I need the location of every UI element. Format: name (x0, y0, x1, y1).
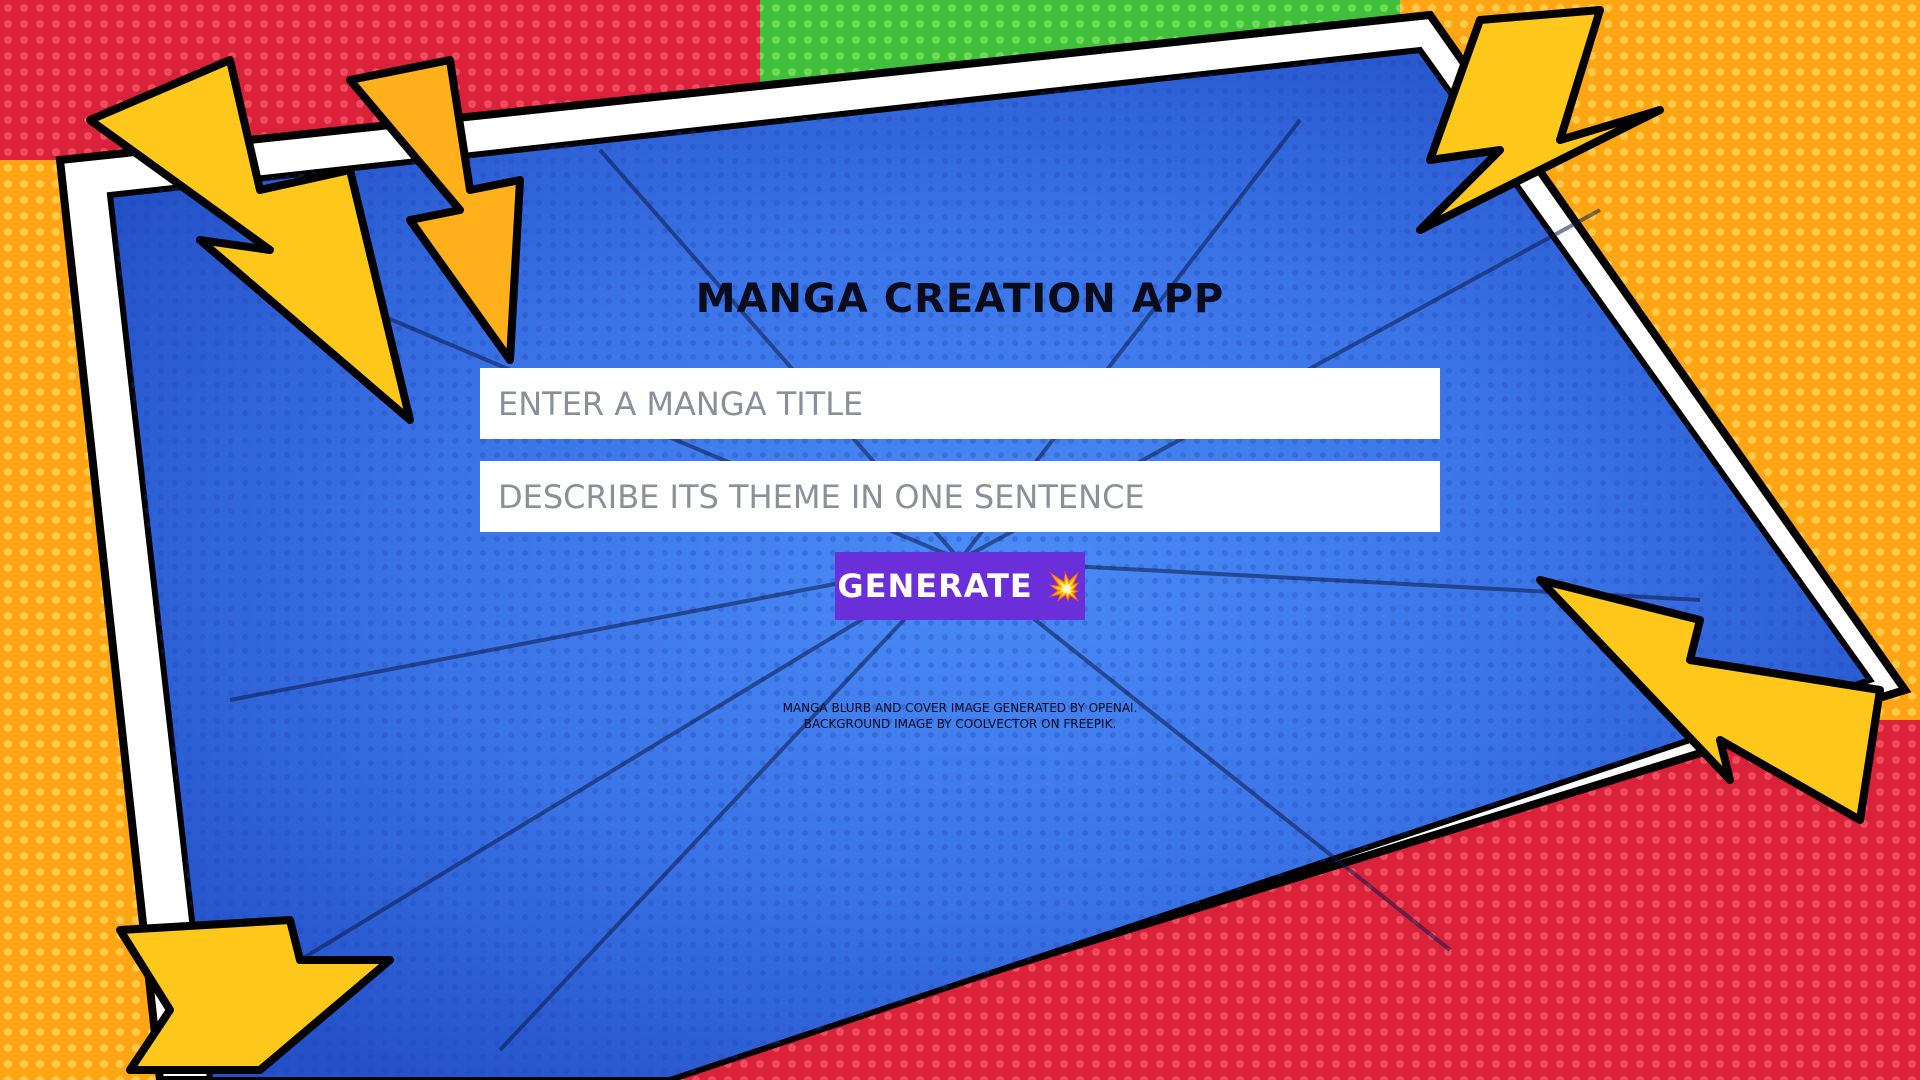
manga-theme-input[interactable] (480, 461, 1440, 532)
page-title: MANGA CREATION APP (695, 276, 1225, 322)
credits-line-openai: MANGA BLURB AND COVER IMAGE GENERATED BY… (782, 701, 1138, 715)
explosion-icon: 💥 (1046, 569, 1083, 603)
generate-button-label: GENERATE (837, 567, 1033, 605)
generate-button[interactable]: GENERATE 💥 (835, 552, 1085, 620)
app-container: MANGA CREATION APP GENERATE 💥 MANGA BLUR… (0, 0, 1920, 1080)
credits-line-freepik: BACKGROUND IMAGE BY COOLVECTOR ON FREEPI… (803, 717, 1117, 731)
manga-title-input[interactable] (480, 368, 1440, 439)
credits: MANGA BLURB AND COVER IMAGE GENERATED BY… (560, 700, 1360, 732)
